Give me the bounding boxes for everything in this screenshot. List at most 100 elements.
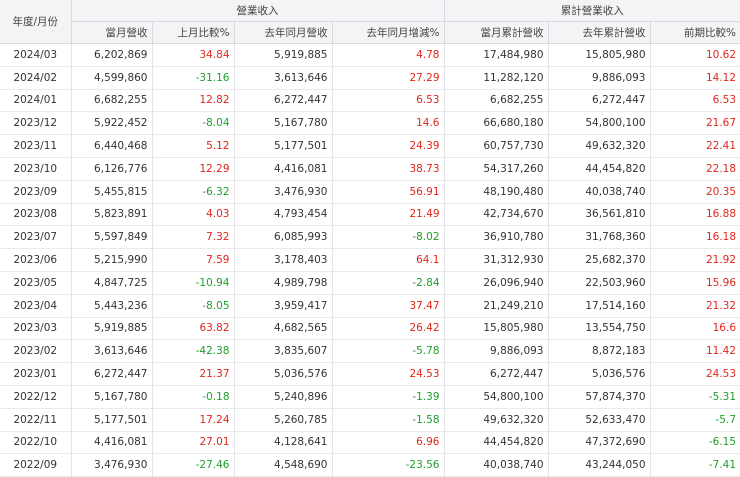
table-row: 2023/07 5,597,849 7.32 6,085,993 -8.02 36,910… [0,225,740,250]
table-row: 2023/08 5,823,891 4.03 4,793,454 21.49 42,734… [0,203,740,227]
table-row: 2022/10 4,416,081 27.01 4,128,641 6.96 44,454… [0,431,740,455]
cumulative-revenue-cell: 26,096,940 [444,271,549,295]
period-cell: 2024/03 [0,43,72,67]
monthly-revenue-cell: 5,597,849 [71,225,153,250]
mom-change-cell: -0.18 [152,385,235,409]
monthly-revenue-cell: 5,215,990 [71,248,153,272]
monthly-revenue-cell: 6,202,869 [71,43,153,67]
monthly-revenue-cell: 3,476,930 [71,453,153,477]
last-year-cumulative-cell: 49,632,320 [548,134,651,158]
monthly-revenue-table: 年度/月份 營業收入 累計營業收入 當月營收 上月比較% 去年同月營收 去年同月… [0,0,740,477]
period-cell: 2023/08 [0,203,72,227]
column-header-monthly-revenue[interactable]: 當月營收 [71,21,153,44]
yoy-change-cell: -1.39 [332,385,445,409]
table-row: 2023/09 5,455,815 -6.32 3,476,930 56.91 48,19… [0,180,740,204]
last-year-cumulative-cell: 5,036,576 [548,362,651,386]
table-row: 2022/11 5,177,501 17.24 5,260,785 -1.58 49,63… [0,408,740,432]
column-header-mom-change[interactable]: 上月比較% [152,21,235,44]
last-year-cumulative-cell: 52,633,470 [548,408,651,432]
last-year-cumulative-cell: 25,682,370 [548,248,651,272]
last-year-revenue-cell: 6,085,993 [234,225,333,250]
yoy-change-cell: 21.49 [332,203,445,227]
table-row: 2023/11 6,440,468 5.12 5,177,501 24.39 60,757… [0,134,740,158]
cumulative-change-cell: 11.42 [650,339,740,364]
last-year-revenue-cell: 3,835,607 [234,339,333,364]
last-year-revenue-cell: 5,260,785 [234,408,333,432]
monthly-revenue-cell: 4,416,081 [71,431,153,455]
yoy-change-cell: 37.47 [332,294,445,318]
period-column-header[interactable]: 年度/月份 [0,0,72,44]
mom-change-cell: 12.82 [152,89,235,113]
monthly-revenue-cell: 6,440,468 [71,134,153,158]
cumulative-change-cell: 16.18 [650,225,740,250]
cumulative-change-cell: 14.12 [650,66,740,90]
cumulative-change-cell: 15.96 [650,271,740,295]
period-cell: 2023/05 [0,271,72,295]
yoy-change-cell: 27.29 [332,66,445,90]
cumulative-revenue-cell: 9,886,093 [444,339,549,364]
mom-change-cell: 7.32 [152,225,235,250]
cumulative-revenue-cell: 17,484,980 [444,43,549,67]
monthly-revenue-cell: 3,613,646 [71,339,153,364]
yoy-change-cell: 4.78 [332,43,445,67]
yoy-change-cell: 26.42 [332,317,445,341]
cumulative-change-cell: 21.67 [650,111,740,136]
monthly-revenue-cell: 4,847,725 [71,271,153,295]
monthly-revenue-cell: 6,682,255 [71,89,153,113]
last-year-cumulative-cell: 36,561,810 [548,203,651,227]
cumulative-change-cell: -6.15 [650,431,740,455]
last-year-revenue-cell: 3,613,646 [234,66,333,90]
last-year-cumulative-cell: 44,454,820 [548,157,651,181]
cumulative-change-cell: 21.92 [650,248,740,272]
table-row: 2023/04 5,443,236 -8.05 3,959,417 37.47 21,24… [0,294,740,318]
column-header-yoy-change[interactable]: 去年同月增減% [332,21,445,44]
period-cell: 2024/02 [0,66,72,90]
yoy-change-cell: -1.58 [332,408,445,432]
yoy-change-cell: 6.96 [332,431,445,455]
column-header-cumulative-change[interactable]: 前期比較% [650,21,740,44]
last-year-revenue-cell: 3,959,417 [234,294,333,318]
cumulative-change-cell: -5.31 [650,385,740,409]
cumulative-revenue-cell: 44,454,820 [444,431,549,455]
period-cell: 2022/12 [0,385,72,409]
mom-change-cell: 34.84 [152,43,235,67]
yoy-change-cell: 64.1 [332,248,445,272]
column-header-last-year-cumulative[interactable]: 去年累計營收 [548,21,651,44]
monthly-revenue-cell: 5,922,452 [71,111,153,136]
mom-change-cell: -8.05 [152,294,235,318]
table-row: 2023/02 3,613,646 -42.38 3,835,607 -5.78 9,88… [0,339,740,364]
last-year-revenue-cell: 4,793,454 [234,203,333,227]
yoy-change-cell: 6.53 [332,89,445,113]
cumulative-revenue-cell: 48,190,480 [444,180,549,204]
mom-change-cell: -6.32 [152,180,235,204]
mom-change-cell: 7.59 [152,248,235,272]
yoy-change-cell: 14.6 [332,111,445,136]
yoy-change-cell: -8.02 [332,225,445,250]
yoy-change-cell: 24.39 [332,134,445,158]
last-year-cumulative-cell: 15,805,980 [548,43,651,67]
last-year-cumulative-cell: 22,503,960 [548,271,651,295]
yoy-change-cell: 56.91 [332,180,445,204]
last-year-cumulative-cell: 9,886,093 [548,66,651,90]
table-body: 2024/03 6,202,869 34.84 5,919,885 4.78 17,484… [0,43,740,477]
cumulative-change-cell: 10.62 [650,43,740,67]
last-year-revenue-cell: 4,548,690 [234,453,333,477]
last-year-revenue-cell: 4,682,565 [234,317,333,341]
column-header-cumulative-revenue[interactable]: 當月累計營收 [444,21,549,44]
last-year-cumulative-cell: 31,768,360 [548,225,651,250]
column-header-last-year-revenue[interactable]: 去年同月營收 [234,21,333,44]
period-cell: 2023/01 [0,362,72,386]
cumulative-revenue-cell: 11,282,120 [444,66,549,90]
last-year-revenue-cell: 4,416,081 [234,157,333,181]
period-cell: 2023/07 [0,225,72,250]
mom-change-cell: 63.82 [152,317,235,341]
last-year-revenue-cell: 4,128,641 [234,431,333,455]
mom-change-cell: 27.01 [152,431,235,455]
last-year-revenue-cell: 3,178,403 [234,248,333,272]
yoy-change-cell: -5.78 [332,339,445,364]
last-year-revenue-cell: 4,989,798 [234,271,333,295]
mom-change-cell: -42.38 [152,339,235,364]
cumulative-revenue-cell: 42,734,670 [444,203,549,227]
last-year-cumulative-cell: 40,038,740 [548,180,651,204]
cumulative-change-cell: 22.18 [650,157,740,181]
